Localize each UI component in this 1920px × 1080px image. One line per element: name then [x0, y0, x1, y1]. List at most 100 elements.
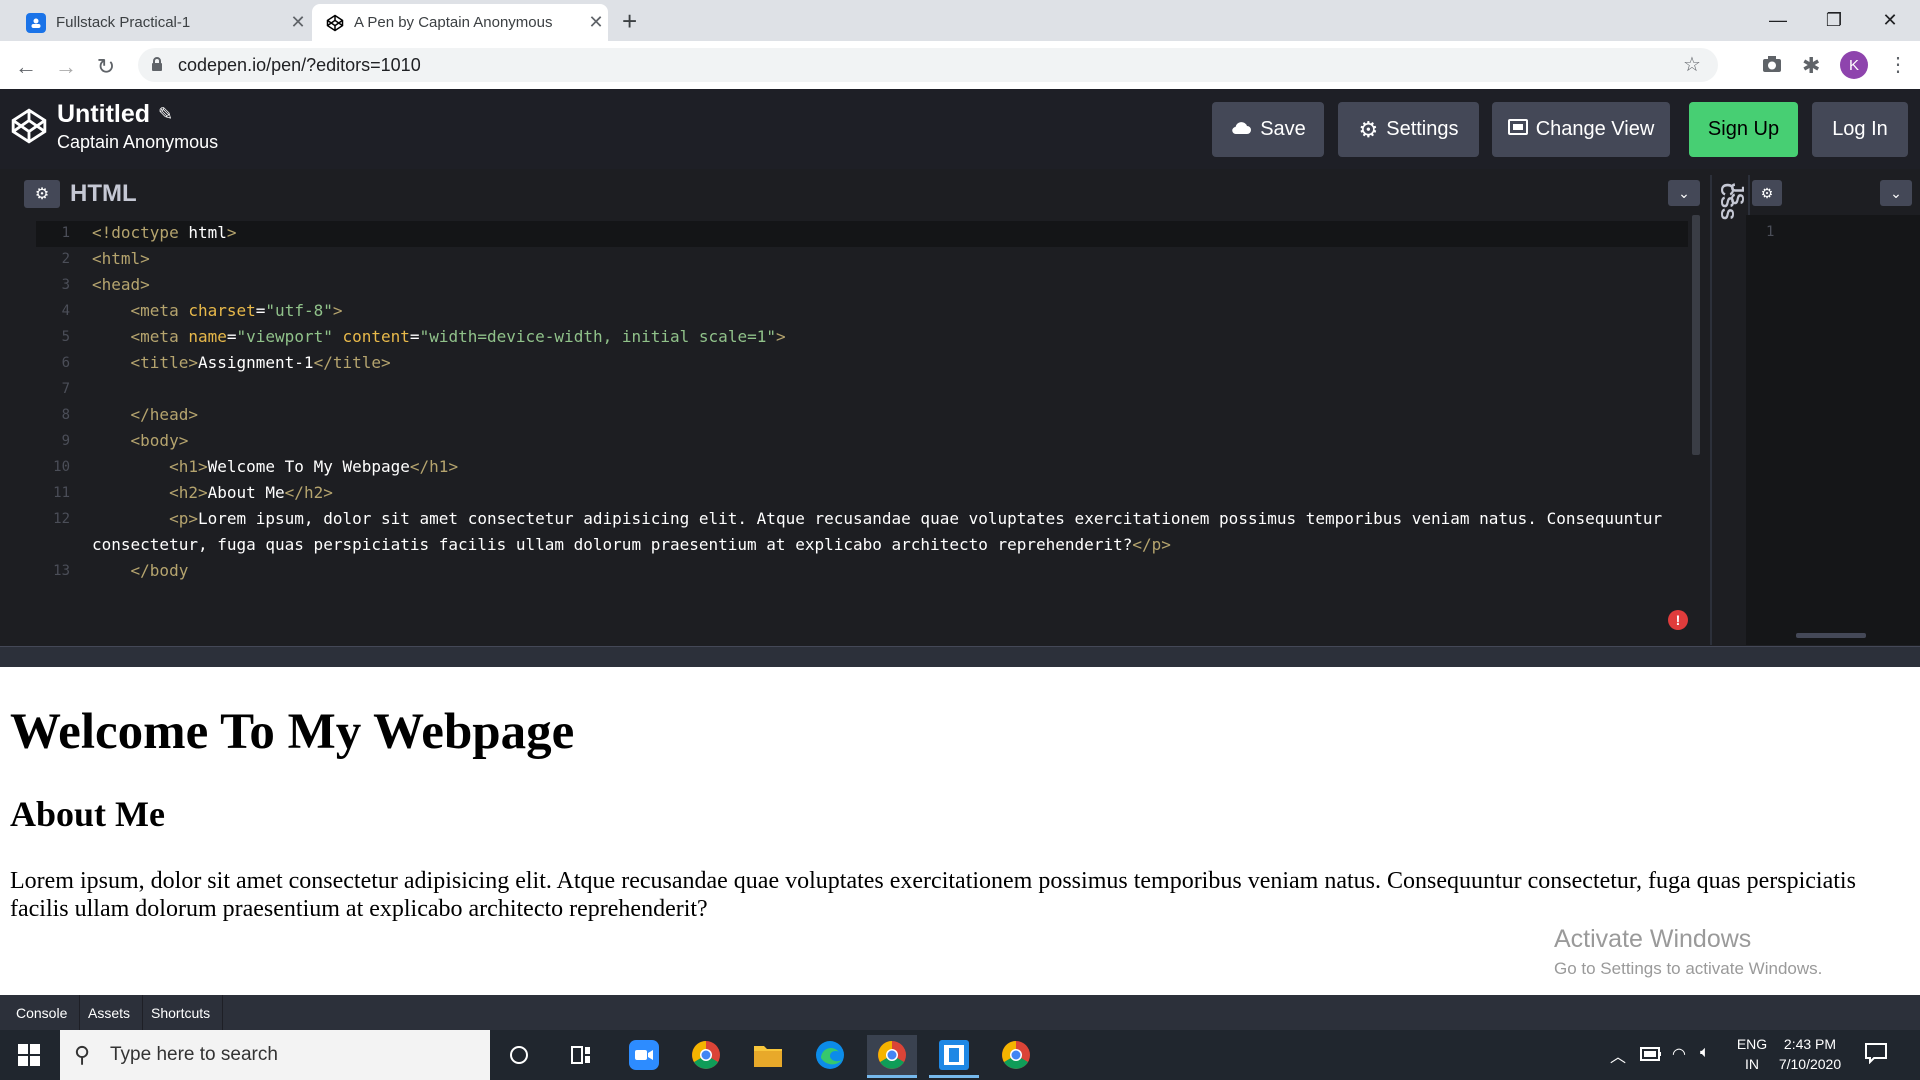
code-line[interactable]: </body — [92, 561, 189, 580]
console-tab[interactable]: Console — [4, 995, 81, 1030]
close-tab-icon[interactable]: ✕ — [286, 12, 310, 33]
pen-author[interactable]: Captain Anonymous — [57, 132, 218, 153]
clock-date: 7/10/2020 — [1778, 1056, 1842, 1072]
cortana-icon[interactable] — [494, 1035, 544, 1075]
profile-avatar[interactable]: K — [1840, 51, 1868, 79]
code-line[interactable]: <!doctype html> — [92, 223, 237, 242]
language-code: ENG — [1736, 1036, 1768, 1052]
js-line-number: 1 — [1766, 224, 1775, 240]
extensions-puzzle-icon[interactable]: ✱ — [1802, 53, 1820, 79]
pen-title: Untitled — [57, 100, 151, 128]
html-panel-title: HTML — [70, 180, 137, 207]
camera-icon[interactable] — [1762, 55, 1782, 78]
activate-windows-title: Activate Windows — [1554, 925, 1752, 953]
code-line[interactable]: <meta charset="utf-8"> — [92, 301, 343, 320]
taskbar-search-box[interactable]: ⚲ Type here to search — [60, 1030, 490, 1080]
minimize-icon[interactable]: — — [1750, 0, 1806, 41]
preview-heading-2: About Me — [10, 794, 165, 834]
windows-start-icon[interactable] — [4, 1035, 54, 1075]
code-line[interactable]: <body> — [92, 431, 189, 450]
line-number: 5 — [61, 329, 70, 345]
task-view-icon[interactable] — [556, 1035, 606, 1075]
html-code-editor[interactable]: 1 <!doctype html> 2 <html> 3 <head> 4 <meta ch… — [18, 215, 1708, 645]
notifications-icon[interactable] — [1864, 1042, 1888, 1069]
line-number: 13 — [53, 563, 70, 579]
code-line[interactable]: <h1>Welcome To My Webpage</h1> — [92, 457, 458, 476]
close-tab-icon[interactable]: ✕ — [584, 12, 608, 33]
line-number: 4 — [61, 303, 70, 319]
tray-chevron-up-icon[interactable]: ︿ — [1610, 1043, 1626, 1067]
language-indicator[interactable]: ENG IN — [1734, 1036, 1770, 1072]
search-placeholder: Type here to search — [110, 1044, 278, 1065]
code-line[interactable]: <title>Assignment-1</title> — [92, 353, 391, 372]
js-code-editor[interactable]: 1 — [1746, 215, 1920, 645]
region-code: IN — [1745, 1056, 1759, 1072]
login-button[interactable]: Log In — [1812, 102, 1908, 157]
save-button[interactable]: Save — [1212, 102, 1324, 157]
code-line[interactable]: <html> — [92, 249, 150, 268]
tab-title: Fullstack Practical-1 — [56, 14, 191, 31]
signup-button[interactable]: Sign Up — [1689, 102, 1798, 157]
editor-preview-resizer[interactable] — [0, 646, 1920, 668]
assets-tab[interactable]: Assets — [76, 995, 144, 1030]
chrome-icon[interactable] — [681, 1035, 731, 1075]
active-line-highlight — [36, 221, 1688, 247]
browser-tab-active[interactable]: A Pen by Captain Anonymous ✕ — [312, 4, 608, 41]
chrome-active-icon[interactable] — [867, 1035, 917, 1078]
close-window-icon[interactable]: ✕ — [1862, 0, 1918, 41]
line-number: 2 — [61, 251, 70, 267]
battery-icon[interactable] — [1640, 1047, 1662, 1066]
volume-icon[interactable]: 🔈︎ — [1700, 1044, 1710, 1062]
save-label: Save — [1260, 118, 1306, 140]
browser-menu-icon[interactable]: ⋮ — [1888, 52, 1908, 77]
zoom-app-icon[interactable] — [619, 1035, 669, 1075]
code-line[interactable]: <p>Lorem ipsum, dolor sit amet consectet… — [92, 509, 1662, 528]
line-number: 10 — [53, 459, 70, 475]
line-number: 1 — [61, 225, 70, 241]
line-number: 7 — [61, 381, 70, 397]
js-horizontal-scrollbar[interactable] — [1796, 633, 1866, 638]
address-bar[interactable]: codepen.io/pen/?editors=1010 ☆ — [138, 48, 1718, 82]
wifi-icon[interactable]: ◠ — [1672, 1044, 1686, 1064]
js-tab-label[interactable]: JS — [1726, 183, 1747, 205]
back-icon[interactable]: ← — [12, 53, 40, 81]
clock[interactable]: 2:43 PM 7/10/2020 — [1776, 1036, 1844, 1072]
js-settings-gear-icon[interactable]: ⚙ — [1752, 180, 1782, 206]
edge-icon[interactable] — [805, 1035, 855, 1075]
html-panel-chevron-down-icon[interactable]: ⌄ — [1668, 180, 1700, 206]
change-view-button[interactable]: Change View — [1492, 102, 1670, 157]
codeblocks-app-icon[interactable] — [929, 1035, 979, 1078]
lock-icon — [150, 56, 164, 77]
bookmark-star-icon[interactable]: ☆ — [1683, 52, 1701, 77]
restore-icon[interactable]: ❐ — [1806, 0, 1862, 41]
file-explorer-icon[interactable] — [743, 1035, 793, 1075]
codepen-logo-icon[interactable] — [10, 107, 48, 150]
browser-tab[interactable]: Fullstack Practical-1 ✕ — [10, 4, 310, 41]
settings-button[interactable]: ⚙ Settings — [1338, 102, 1479, 157]
pen-title-group[interactable]: Untitled ✎ — [57, 100, 173, 129]
url-text: codepen.io/pen/?editors=1010 — [178, 55, 421, 75]
code-line[interactable]: <h2>About Me</h2> — [92, 483, 333, 502]
clock-time: 2:43 PM — [1783, 1036, 1837, 1052]
code-line[interactable]: <meta name="viewport" content="width=dev… — [92, 327, 786, 346]
shortcuts-tab[interactable]: Shortcuts — [139, 995, 224, 1030]
code-line[interactable]: </head> — [92, 405, 198, 424]
activate-windows-subtitle: Go to Settings to activate Windows. — [1554, 959, 1823, 978]
code-line[interactable]: <head> — [92, 275, 150, 294]
chrome-profile-icon[interactable] — [991, 1035, 1041, 1075]
line-number: 9 — [61, 433, 70, 449]
line-number: 3 — [61, 277, 70, 293]
reload-icon[interactable]: ↻ — [92, 53, 120, 81]
error-alert-icon[interactable]: ! — [1668, 610, 1688, 630]
html-settings-gear-icon[interactable]: ⚙ — [24, 180, 60, 208]
search-icon: ⚲ — [74, 1042, 91, 1067]
editor-scrollbar[interactable] — [1692, 215, 1700, 455]
forward-icon[interactable]: → — [52, 53, 80, 81]
code-line[interactable]: consectetur, fuga quas perspiciatis faci… — [92, 535, 1171, 554]
edit-pencil-icon[interactable]: ✎ — [158, 104, 173, 125]
js-panel-chevron-down-icon[interactable]: ⌄ — [1880, 180, 1912, 206]
user-icon — [26, 12, 46, 33]
codepen-favicon-icon — [326, 14, 344, 32]
new-tab-icon[interactable]: + — [622, 6, 637, 37]
html-panel-header — [18, 175, 1708, 215]
